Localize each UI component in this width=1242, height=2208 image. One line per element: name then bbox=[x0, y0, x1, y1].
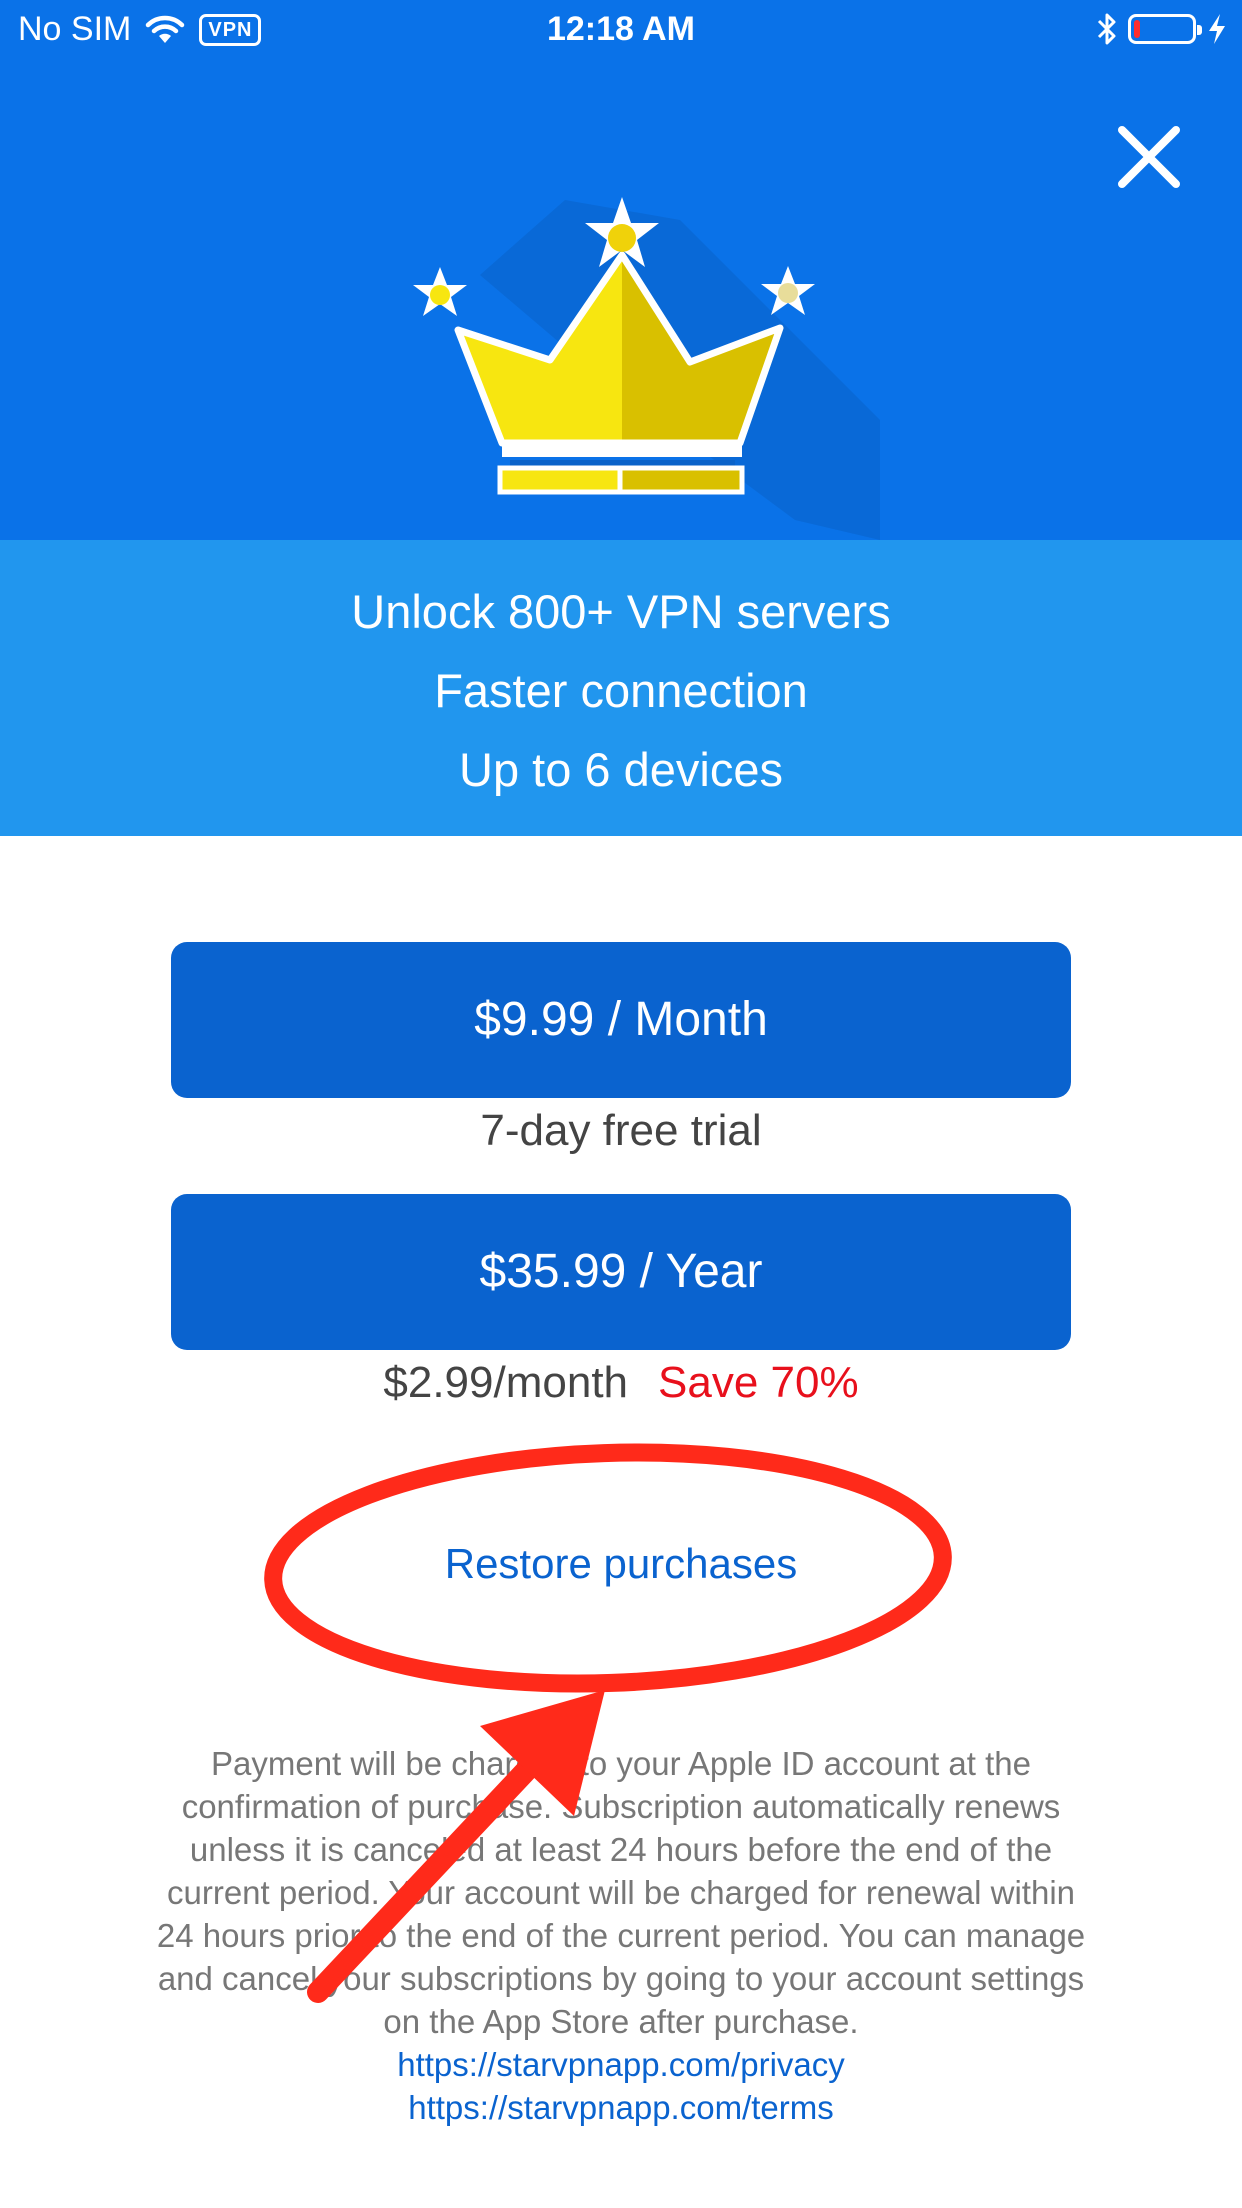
close-icon[interactable] bbox=[1114, 122, 1184, 192]
hero-banner bbox=[0, 60, 1242, 540]
charging-icon bbox=[1209, 14, 1225, 44]
yearly-monthly-price: $2.99/month bbox=[383, 1358, 629, 1407]
battery-level bbox=[1134, 20, 1140, 38]
terms-link[interactable]: https://starvpnapp.com/terms bbox=[150, 2086, 1092, 2129]
status-bar-right bbox=[1096, 12, 1228, 46]
legal-text: Payment will be charged to your Apple ID… bbox=[156, 1745, 1086, 2040]
status-time: 12:18 AM bbox=[546, 10, 696, 48]
save-badge: Save 70% bbox=[658, 1358, 859, 1407]
restore-purchases-link[interactable]: Restore purchases bbox=[0, 1540, 1242, 1588]
crown-icon bbox=[413, 197, 880, 540]
yearly-plan-button[interactable]: $35.99 / Year bbox=[171, 1194, 1071, 1350]
feature-speed: Faster connection bbox=[434, 664, 808, 717]
yearly-plan-note: $2.99/month Save 70% bbox=[0, 1358, 1242, 1408]
features-list: Unlock 800+ VPN servers Faster connectio… bbox=[0, 540, 1242, 836]
feature-devices: Up to 6 devices bbox=[459, 743, 783, 796]
privacy-link[interactable]: https://starvpnapp.com/privacy bbox=[150, 2043, 1092, 2086]
monthly-plan-button[interactable]: $9.99 / Month bbox=[171, 942, 1071, 1098]
feature-servers: Unlock 800+ VPN servers bbox=[351, 585, 891, 638]
status-bar: No SIM VPN 12:18 AM bbox=[0, 0, 1242, 60]
bluetooth-icon bbox=[1097, 13, 1116, 45]
monthly-plan-note: 7-day free trial bbox=[480, 1106, 762, 1155]
battery-icon bbox=[1128, 14, 1202, 44]
legal-disclaimer: Payment will be charged to your Apple ID… bbox=[150, 1742, 1092, 2129]
